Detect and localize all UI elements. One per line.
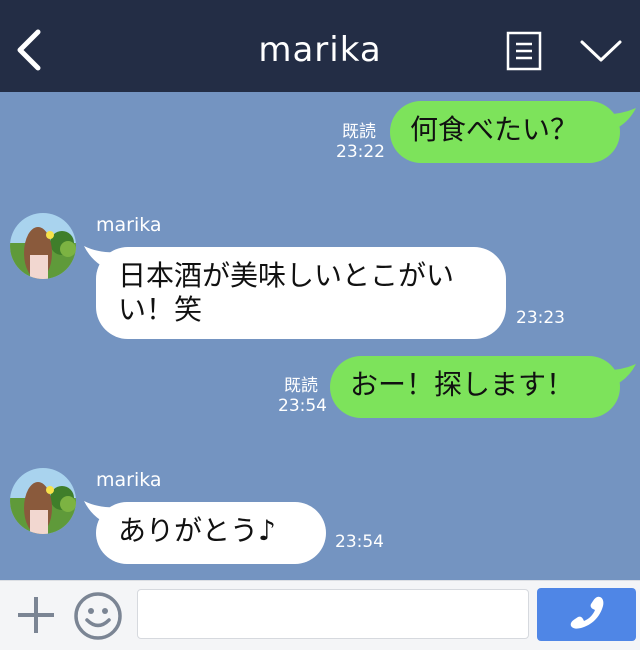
message-text-line-1: 日本酒が美味しいとこがい	[118, 259, 455, 292]
read-receipt: 既読 23:22	[336, 122, 385, 162]
message-bubble-outgoing[interactable]: 何食べたい？	[390, 101, 620, 163]
message-bubble-outgoing[interactable]: おー！探します！	[330, 356, 620, 418]
emoji-button[interactable]	[73, 591, 123, 641]
chat-area[interactable]: 既読 23:22 何食べたい？ marika 日本酒が美味しいとこがい い！笑 …	[0, 92, 640, 580]
read-receipt: 既読 23:54	[278, 376, 327, 416]
sender-name: marika	[96, 469, 162, 491]
message-text-line-2: い！笑	[118, 293, 203, 326]
phone-icon	[570, 596, 604, 629]
avatar[interactable]	[10, 468, 76, 534]
avatar[interactable]	[10, 213, 76, 279]
read-label: 既読	[284, 376, 318, 396]
message-time: 23:54	[278, 396, 327, 416]
chevron-down-icon	[580, 40, 622, 62]
add-attachment-button[interactable]	[14, 593, 58, 637]
message-bubble-incoming[interactable]: 日本酒が美味しいとこがい い！笑	[96, 247, 506, 339]
smiley-icon	[74, 592, 122, 640]
message-composer	[0, 580, 640, 650]
note-list-icon	[506, 31, 542, 71]
expand-menu-button[interactable]	[578, 36, 624, 66]
note-menu-button[interactable]	[506, 31, 542, 71]
message-time: 23:22	[336, 142, 385, 162]
avatar-image	[10, 213, 76, 279]
read-label: 既読	[342, 122, 376, 142]
message-text: ありがとう♪	[118, 514, 276, 547]
message-text: おー！探します！	[350, 368, 575, 401]
call-button[interactable]	[537, 588, 636, 641]
plus-icon	[18, 597, 54, 633]
message-time: 23:23	[516, 308, 565, 328]
avatar-image	[10, 468, 76, 534]
sender-name: marika	[96, 214, 162, 236]
message-input[interactable]	[137, 589, 529, 639]
message-bubble-incoming[interactable]: ありがとう♪	[96, 502, 326, 564]
chat-header: marika	[0, 0, 640, 92]
message-time: 23:54	[335, 532, 384, 552]
page-title: marika	[258, 30, 382, 70]
message-text: 何食べたい？	[410, 113, 579, 146]
